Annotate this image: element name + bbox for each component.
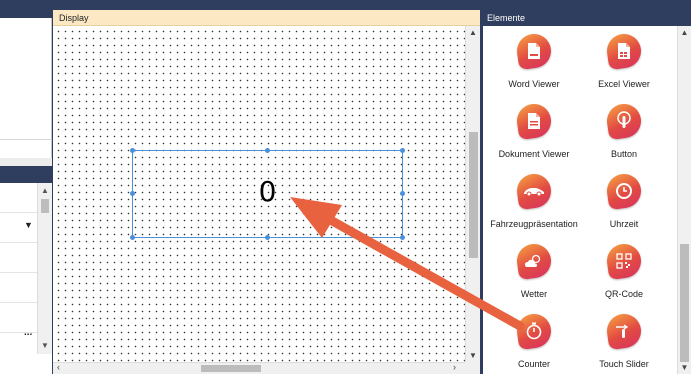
element-excel-viewer[interactable]: Excel Viewer xyxy=(576,31,672,100)
elements-title: Elemente xyxy=(483,10,691,26)
resize-handle[interactable] xyxy=(130,148,135,153)
resize-handle[interactable] xyxy=(130,235,135,240)
resize-handle[interactable] xyxy=(400,191,405,196)
scroll-left-icon[interactable]: ‹ xyxy=(57,362,60,372)
table-row[interactable] xyxy=(0,212,37,213)
counter-value: 0 xyxy=(258,175,277,208)
touch-button-icon xyxy=(607,104,641,138)
display-title: Display xyxy=(53,10,480,26)
scroll-down-icon[interactable]: ▼ xyxy=(38,339,52,353)
ellipsis-button[interactable]: ... xyxy=(24,327,32,338)
word-doc-icon xyxy=(517,34,551,68)
clock-icon xyxy=(607,174,641,208)
weather-icon xyxy=(517,244,551,278)
elements-panel: Elemente Word Viewer Excel Viewer Dokume… xyxy=(483,10,691,374)
car-icon xyxy=(517,174,551,208)
element-uhrzeit[interactable]: Uhrzeit xyxy=(576,171,672,240)
properties-footer xyxy=(0,354,52,374)
canvas-horizontal-scrollbar[interactable]: ‹ › xyxy=(53,362,465,374)
element-dokument-viewer[interactable]: Dokument Viewer xyxy=(486,101,582,170)
resize-handle[interactable] xyxy=(265,148,270,153)
canvas-vertical-scrollbar[interactable]: ▲ ▼ xyxy=(465,26,480,362)
resize-handle[interactable] xyxy=(265,235,270,240)
element-word-viewer[interactable]: Word Viewer xyxy=(486,31,582,100)
document-icon xyxy=(517,104,551,138)
element-label: QR-Code xyxy=(604,289,643,299)
scrollbar-thumb[interactable] xyxy=(41,199,49,213)
scroll-up-icon[interactable]: ▲ xyxy=(38,184,52,198)
app-window: ▼ ... ▲ ▼ Display ▲ ▼ ‹ › 0 Elemente Wor… xyxy=(0,0,691,374)
resize-handle[interactable] xyxy=(400,235,405,240)
properties-header xyxy=(0,10,52,18)
scrollbar-thumb[interactable] xyxy=(680,244,689,362)
divider xyxy=(0,139,52,140)
table-row[interactable] xyxy=(0,242,37,243)
element-fahrzeugpraesentation[interactable]: Fahrzeugpräsentation xyxy=(486,171,582,240)
scroll-up-icon[interactable]: ▲ xyxy=(466,28,480,37)
resize-handle[interactable] xyxy=(130,191,135,196)
element-wetter[interactable]: Wetter xyxy=(486,241,582,310)
qr-code-icon xyxy=(607,244,641,278)
property-grid-header xyxy=(0,166,52,183)
counter-widget[interactable]: 0 xyxy=(130,148,405,240)
element-label: Uhrzeit xyxy=(609,219,639,229)
properties-scrollbar[interactable]: ▲ ▼ xyxy=(37,183,52,354)
element-qr-code[interactable]: QR-Code xyxy=(576,241,672,310)
scroll-up-icon[interactable]: ▲ xyxy=(678,28,691,37)
element-touch-slider[interactable]: Touch Slider xyxy=(576,311,672,374)
element-label: Touch Slider xyxy=(599,359,649,369)
resize-handle[interactable] xyxy=(400,148,405,153)
touch-slider-icon xyxy=(607,314,641,348)
element-button[interactable]: Button xyxy=(576,101,672,170)
table-row[interactable] xyxy=(0,272,37,273)
element-label: Excel Viewer xyxy=(598,79,650,89)
element-label: Button xyxy=(610,149,638,159)
dropdown-arrow-icon[interactable]: ▼ xyxy=(24,220,33,230)
properties-panel xyxy=(0,10,52,158)
panel-splitter[interactable] xyxy=(0,158,52,166)
scroll-down-icon[interactable]: ▼ xyxy=(678,363,691,372)
scroll-right-icon[interactable]: › xyxy=(453,362,456,372)
table-row[interactable] xyxy=(0,302,37,303)
scrollbar-thumb[interactable] xyxy=(201,365,261,372)
stopwatch-icon xyxy=(517,314,551,348)
excel-doc-icon xyxy=(607,34,641,68)
elements-scrollbar[interactable]: ▲ ▼ xyxy=(677,26,691,374)
